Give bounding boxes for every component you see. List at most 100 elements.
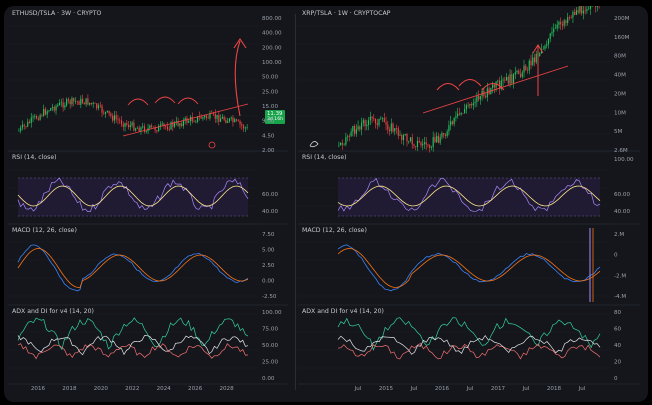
candle-body: [465, 105, 467, 110]
candle-body: [570, 17, 572, 18]
candle-body: [39, 115, 41, 120]
price-axis-tick: 50.00: [262, 75, 278, 81]
candle-body: [554, 28, 557, 30]
candle-body: [395, 128, 398, 129]
candle-body: [429, 145, 431, 148]
candle-body: [50, 108, 52, 111]
candle-body: [512, 74, 515, 84]
candle-body: [458, 113, 460, 115]
adx-axis-tick: 40: [614, 343, 622, 349]
candle-body: [451, 121, 453, 125]
candle-body: [241, 124, 243, 126]
price-axis-tick: 40M: [614, 73, 626, 79]
candle-body: [568, 17, 571, 18]
candle-body: [427, 144, 429, 146]
candle-body: [41, 115, 43, 116]
trendline: [422, 65, 569, 114]
adx-axis-tick: 50.00: [262, 343, 278, 349]
candle-body: [479, 96, 481, 100]
time-axis-tick: 2018: [62, 386, 77, 392]
candle-body: [223, 116, 225, 120]
candle-body: [96, 103, 98, 109]
left-chart-panel[interactable]: ETHUSD/TSLA · 3W · CRYPTO RSI (14, close…: [8, 6, 294, 392]
rsi-axis-tick: 40.00: [262, 209, 278, 215]
candle-body: [539, 53, 541, 57]
candle-body: [584, 10, 586, 12]
candle-body: [341, 142, 343, 145]
candle-body: [200, 116, 202, 119]
candle-body: [170, 122, 172, 130]
candle-body: [572, 12, 574, 18]
candle-body: [553, 28, 555, 32]
candle-body: [509, 74, 511, 84]
candle-body: [343, 144, 345, 146]
candle-body: [450, 121, 452, 126]
candle-body: [497, 80, 499, 82]
candle-body: [453, 117, 455, 125]
candle-body: [89, 102, 91, 105]
candle-body: [579, 6, 581, 13]
candle-body: [97, 105, 100, 109]
candle-body: [136, 127, 139, 129]
arch-annotation: [177, 97, 199, 105]
candle-body: [149, 125, 151, 129]
candle-body: [122, 124, 124, 127]
candle-body: [455, 116, 457, 118]
candle-body: [437, 135, 440, 143]
candle-body: [521, 72, 523, 77]
candle-body: [493, 84, 495, 88]
time-axis-tick: 2026: [188, 386, 203, 392]
candle-body: [439, 137, 441, 143]
candle-body: [48, 110, 50, 112]
candle-body: [345, 137, 347, 145]
time-axis-tick: 2017: [491, 386, 506, 392]
candle-body: [582, 10, 584, 14]
candle-body: [443, 133, 445, 135]
rsi-axis-tick: 60.00: [262, 192, 278, 198]
candle-body: [544, 45, 546, 49]
arch-annotation: [458, 79, 482, 87]
candle-body: [218, 114, 220, 122]
adx-axis-tick: 100.00: [262, 310, 282, 316]
candle-body: [127, 124, 130, 128]
candle-body: [81, 98, 84, 103]
time-axis-tick: 2016: [435, 386, 450, 392]
candle-body: [432, 137, 434, 148]
left-chart-canvas[interactable]: 800.00 400.00 200.00 100.00 50.00 25.00 15.00 9…: [8, 6, 294, 392]
candle-body: [129, 125, 131, 128]
time-axis-tick: Jul: [578, 386, 586, 392]
macd-axis-tick: -4.M: [614, 294, 626, 300]
candle-body: [230, 117, 232, 119]
candle-body: [30, 117, 32, 123]
right-chart-panel[interactable]: XRP/TSLA · 1W · CRYPTOCAP RSI (14, close…: [298, 6, 646, 392]
candle-body: [514, 72, 516, 75]
candle-body: [374, 118, 377, 124]
right-chart-canvas[interactable]: 200M 160M 80M 40M 20M 10M 5M 2.6M 100.00 60.00 40.…: [298, 6, 646, 392]
candle-body: [383, 118, 385, 123]
candle-body: [563, 20, 565, 26]
candle-body: [71, 98, 73, 105]
candle-body: [418, 141, 420, 143]
pane-divider[interactable]: [295, 14, 296, 390]
candle-body: [430, 147, 433, 148]
candle-body: [204, 115, 206, 118]
candle-body: [214, 113, 216, 119]
candle-body: [441, 133, 443, 138]
candle-body: [216, 114, 218, 119]
candle-body: [355, 129, 357, 134]
candle-body: [546, 44, 548, 46]
candle-body: [74, 101, 77, 102]
price-axis-tick: 25.00: [262, 89, 278, 95]
price-axis-tick: 800.00: [262, 16, 282, 22]
macd-axis-tick: 7.50: [262, 232, 275, 238]
candle-body: [219, 118, 222, 122]
candle-body: [523, 65, 525, 73]
adx-axis-tick: 20: [614, 360, 622, 366]
candle-body: [556, 24, 558, 29]
candle-body: [406, 134, 408, 142]
candle-body: [547, 38, 550, 45]
candle-body: [380, 118, 382, 120]
candle-body: [165, 125, 167, 127]
circle-annotation: [208, 141, 216, 149]
candle-body: [471, 104, 473, 106]
